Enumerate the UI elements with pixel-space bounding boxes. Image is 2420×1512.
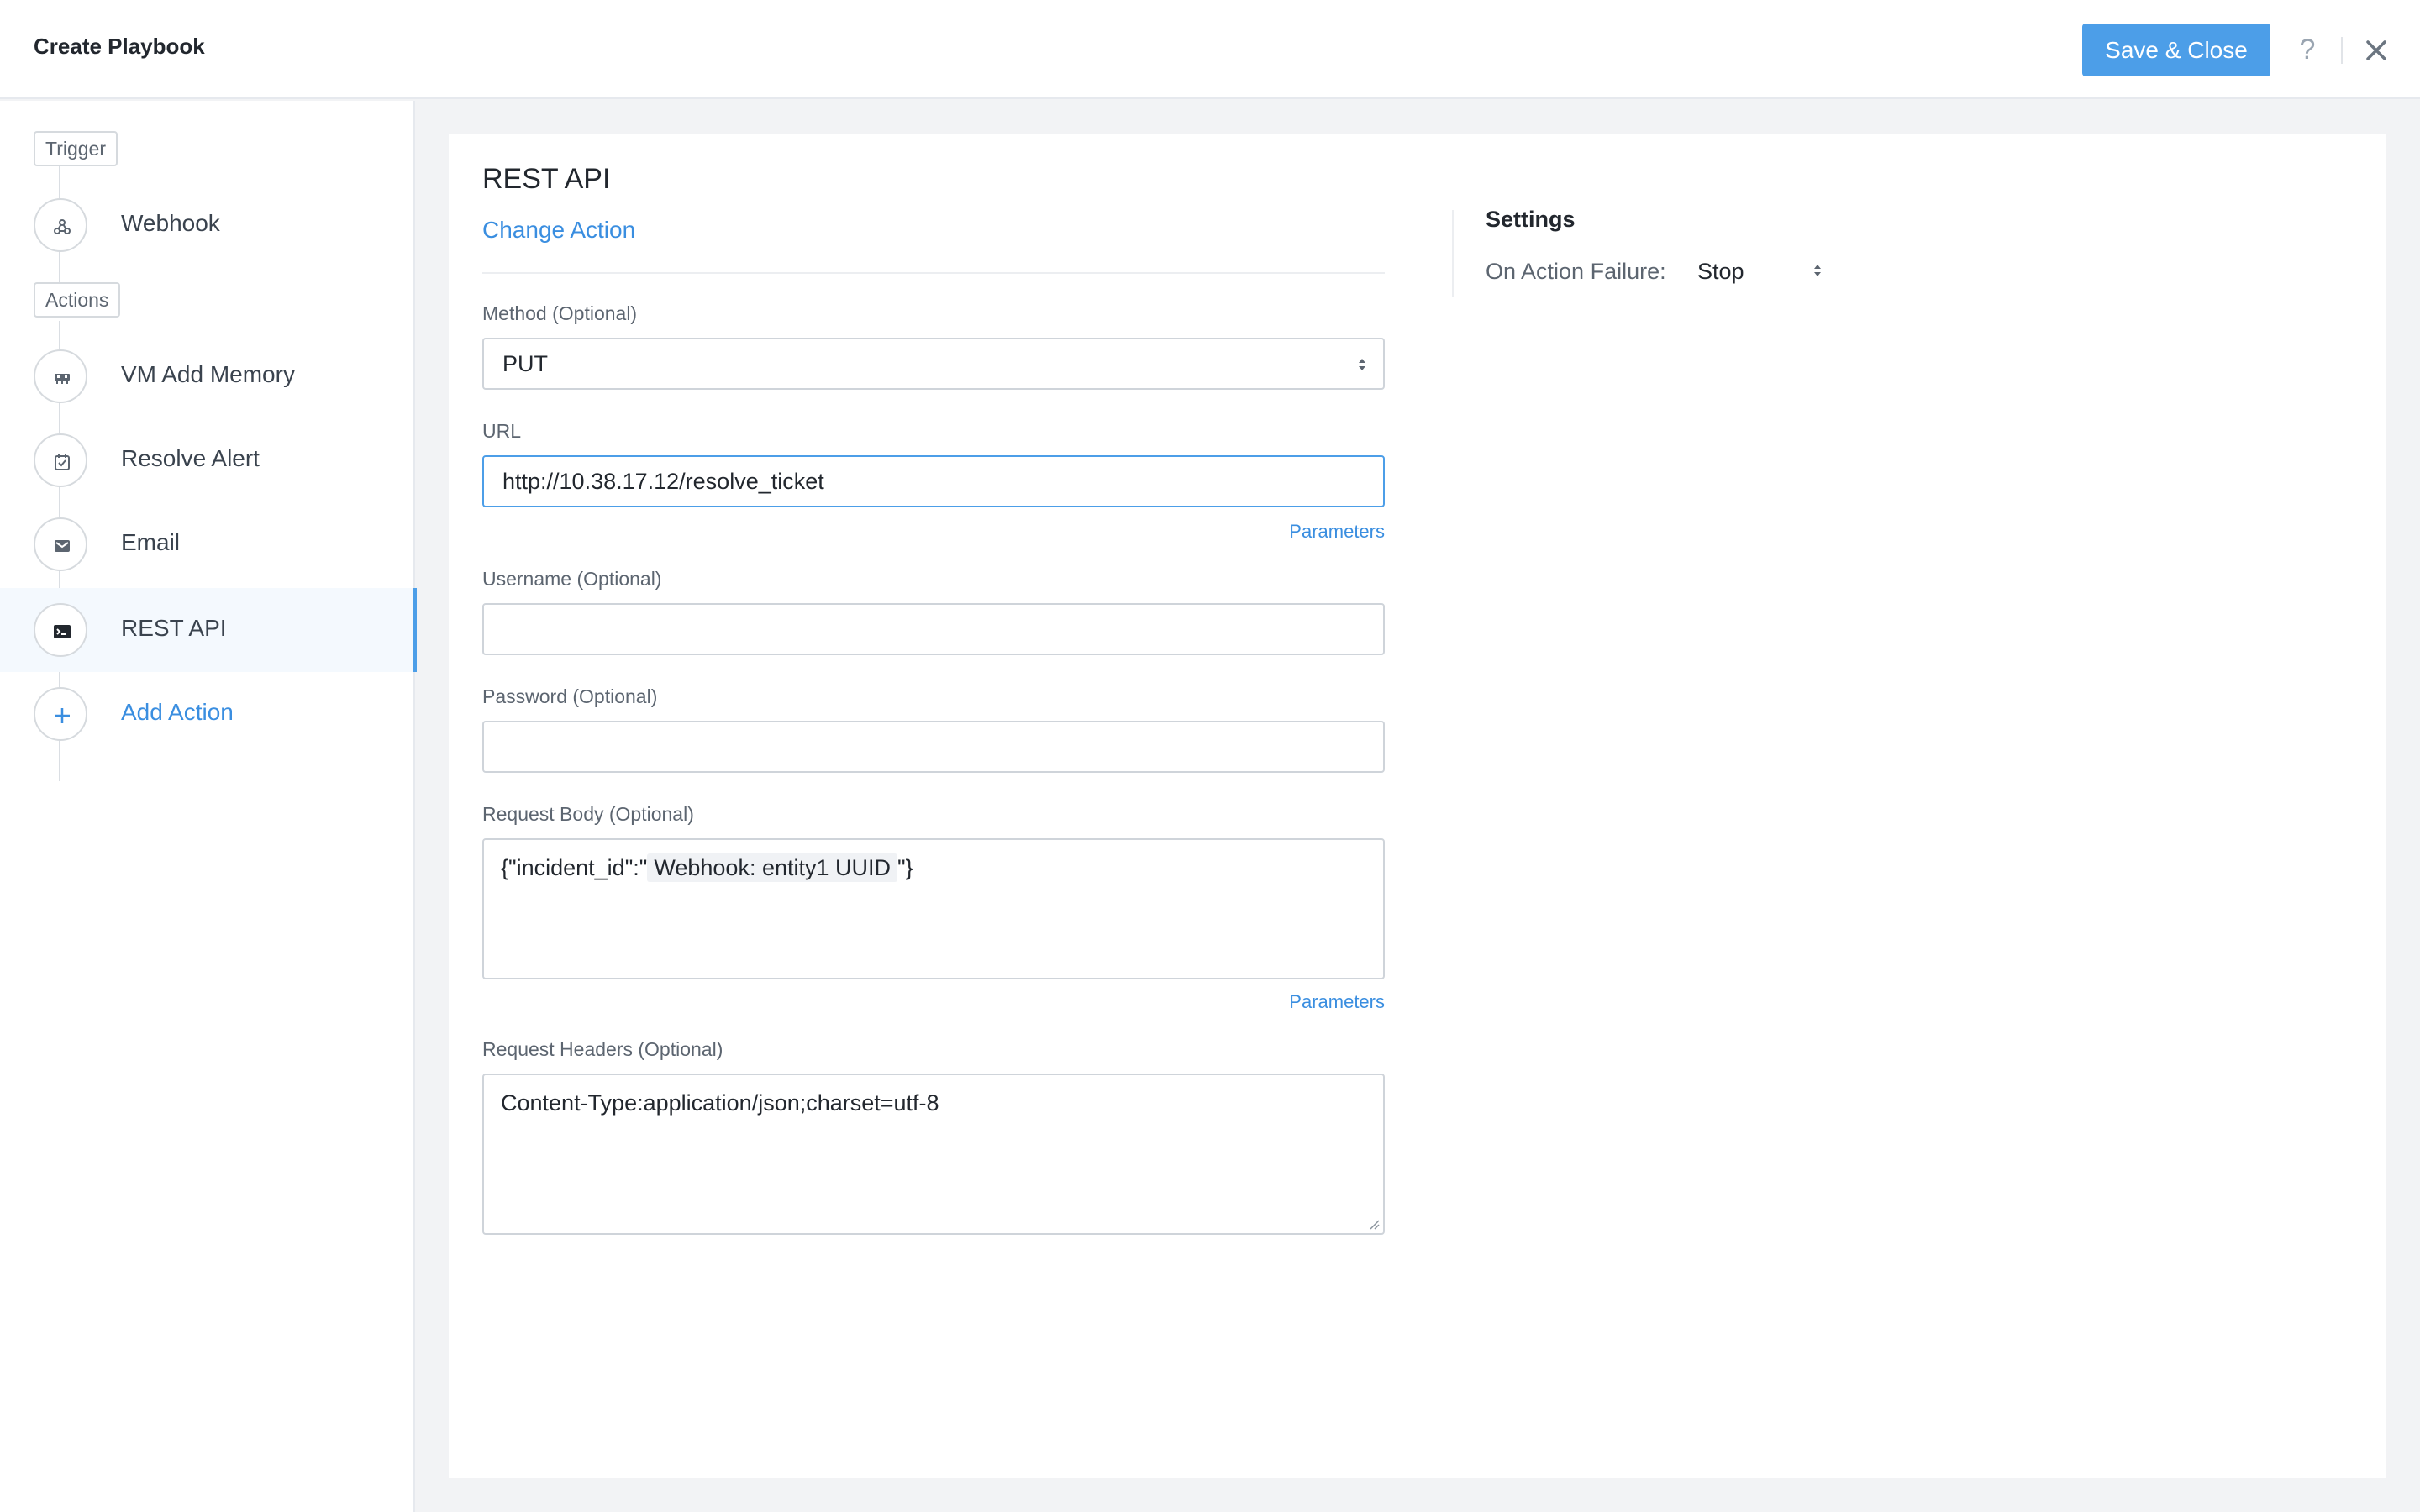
terminal-icon: [54, 625, 71, 638]
resize-handle-icon[interactable]: [1366, 1216, 1380, 1230]
url-input[interactable]: http://10.38.17.12/resolve_ticket: [482, 455, 1385, 507]
memory-icon: [55, 374, 70, 384]
password-label: Password (Optional): [482, 685, 658, 707]
sidebar-item-email[interactable]: Email: [0, 502, 415, 586]
request-headers-value: Content-Type:application/json;charset=ut…: [501, 1090, 939, 1116]
add-action-label: Add Action: [121, 699, 234, 725]
sidebar-item-label: Resolve Alert: [121, 445, 260, 471]
help-icon[interactable]: ?: [2292, 29, 2323, 71]
request-headers-textarea[interactable]: Content-Type:application/json;charset=ut…: [482, 1074, 1385, 1235]
save-close-button[interactable]: Save & Close: [2082, 24, 2270, 76]
request-body-prefix: {"incident_id":": [501, 855, 648, 880]
sidebar-item-label: Webhook: [121, 210, 220, 236]
request-body-textarea[interactable]: {"incident_id":" Webhook: entity1 UUID "}: [482, 838, 1385, 979]
sidebar-item-resolve-alert[interactable]: Resolve Alert: [0, 418, 415, 502]
body-parameters-link[interactable]: Parameters: [482, 991, 1385, 1013]
webhook-icon: [54, 219, 71, 234]
sidebar-item-rest-api[interactable]: REST API: [0, 588, 417, 672]
webhook-parameter-token[interactable]: Webhook: entity1 UUID: [647, 853, 898, 882]
plus-icon: [55, 708, 70, 723]
divider: [482, 272, 1385, 274]
sidebar-item-label: Email: [121, 529, 181, 555]
action-title: REST API: [482, 163, 611, 195]
header-divider: [2341, 37, 2343, 64]
password-input[interactable]: [482, 721, 1385, 773]
resolve-alert-icon: [55, 454, 70, 470]
actions-tag: Actions: [34, 282, 121, 318]
request-headers-label: Request Headers (Optional): [482, 1038, 723, 1060]
sidebar: Trigger Webhook Actions VM Add Memory Re…: [0, 101, 417, 1512]
settings-divider: [1452, 210, 1454, 297]
url-label: URL: [482, 420, 522, 442]
url-parameters-link[interactable]: Parameters: [482, 521, 1385, 543]
trigger-tag: Trigger: [34, 131, 118, 166]
username-input[interactable]: [482, 603, 1385, 655]
action-config-panel: REST API Change Action Method (Optional)…: [449, 134, 2386, 1478]
username-label: Username (Optional): [482, 568, 662, 590]
on-action-failure-select[interactable]: Stop: [1697, 259, 1832, 285]
on-action-failure-label: On Action Failure:: [1486, 259, 1666, 284]
request-body-suffix: "}: [897, 855, 913, 880]
header: Create Playbook Save & Close ?: [0, 0, 2420, 99]
sidebar-item-label: VM Add Memory: [121, 361, 295, 387]
page-title: Create Playbook: [34, 34, 205, 59]
change-action-link[interactable]: Change Action: [482, 217, 635, 244]
sidebar-item-vm-add-memory[interactable]: VM Add Memory: [0, 334, 415, 418]
add-action-button[interactable]: Add Action: [0, 672, 415, 756]
request-body-label: Request Body (Optional): [482, 803, 694, 825]
method-select[interactable]: PUT: [482, 338, 1385, 390]
method-value: PUT: [502, 351, 548, 376]
settings-title: Settings: [1486, 207, 1576, 232]
select-arrows-icon[interactable]: [1813, 262, 1822, 279]
url-value: http://10.38.17.12/resolve_ticket: [502, 469, 824, 494]
email-icon: [55, 540, 70, 552]
method-label: Method (Optional): [482, 302, 638, 324]
sidebar-item-label: REST API: [121, 615, 227, 641]
sidebar-item-webhook[interactable]: Webhook: [0, 183, 415, 267]
select-arrows-icon: [1359, 359, 1365, 370]
close-icon[interactable]: [2360, 34, 2393, 67]
